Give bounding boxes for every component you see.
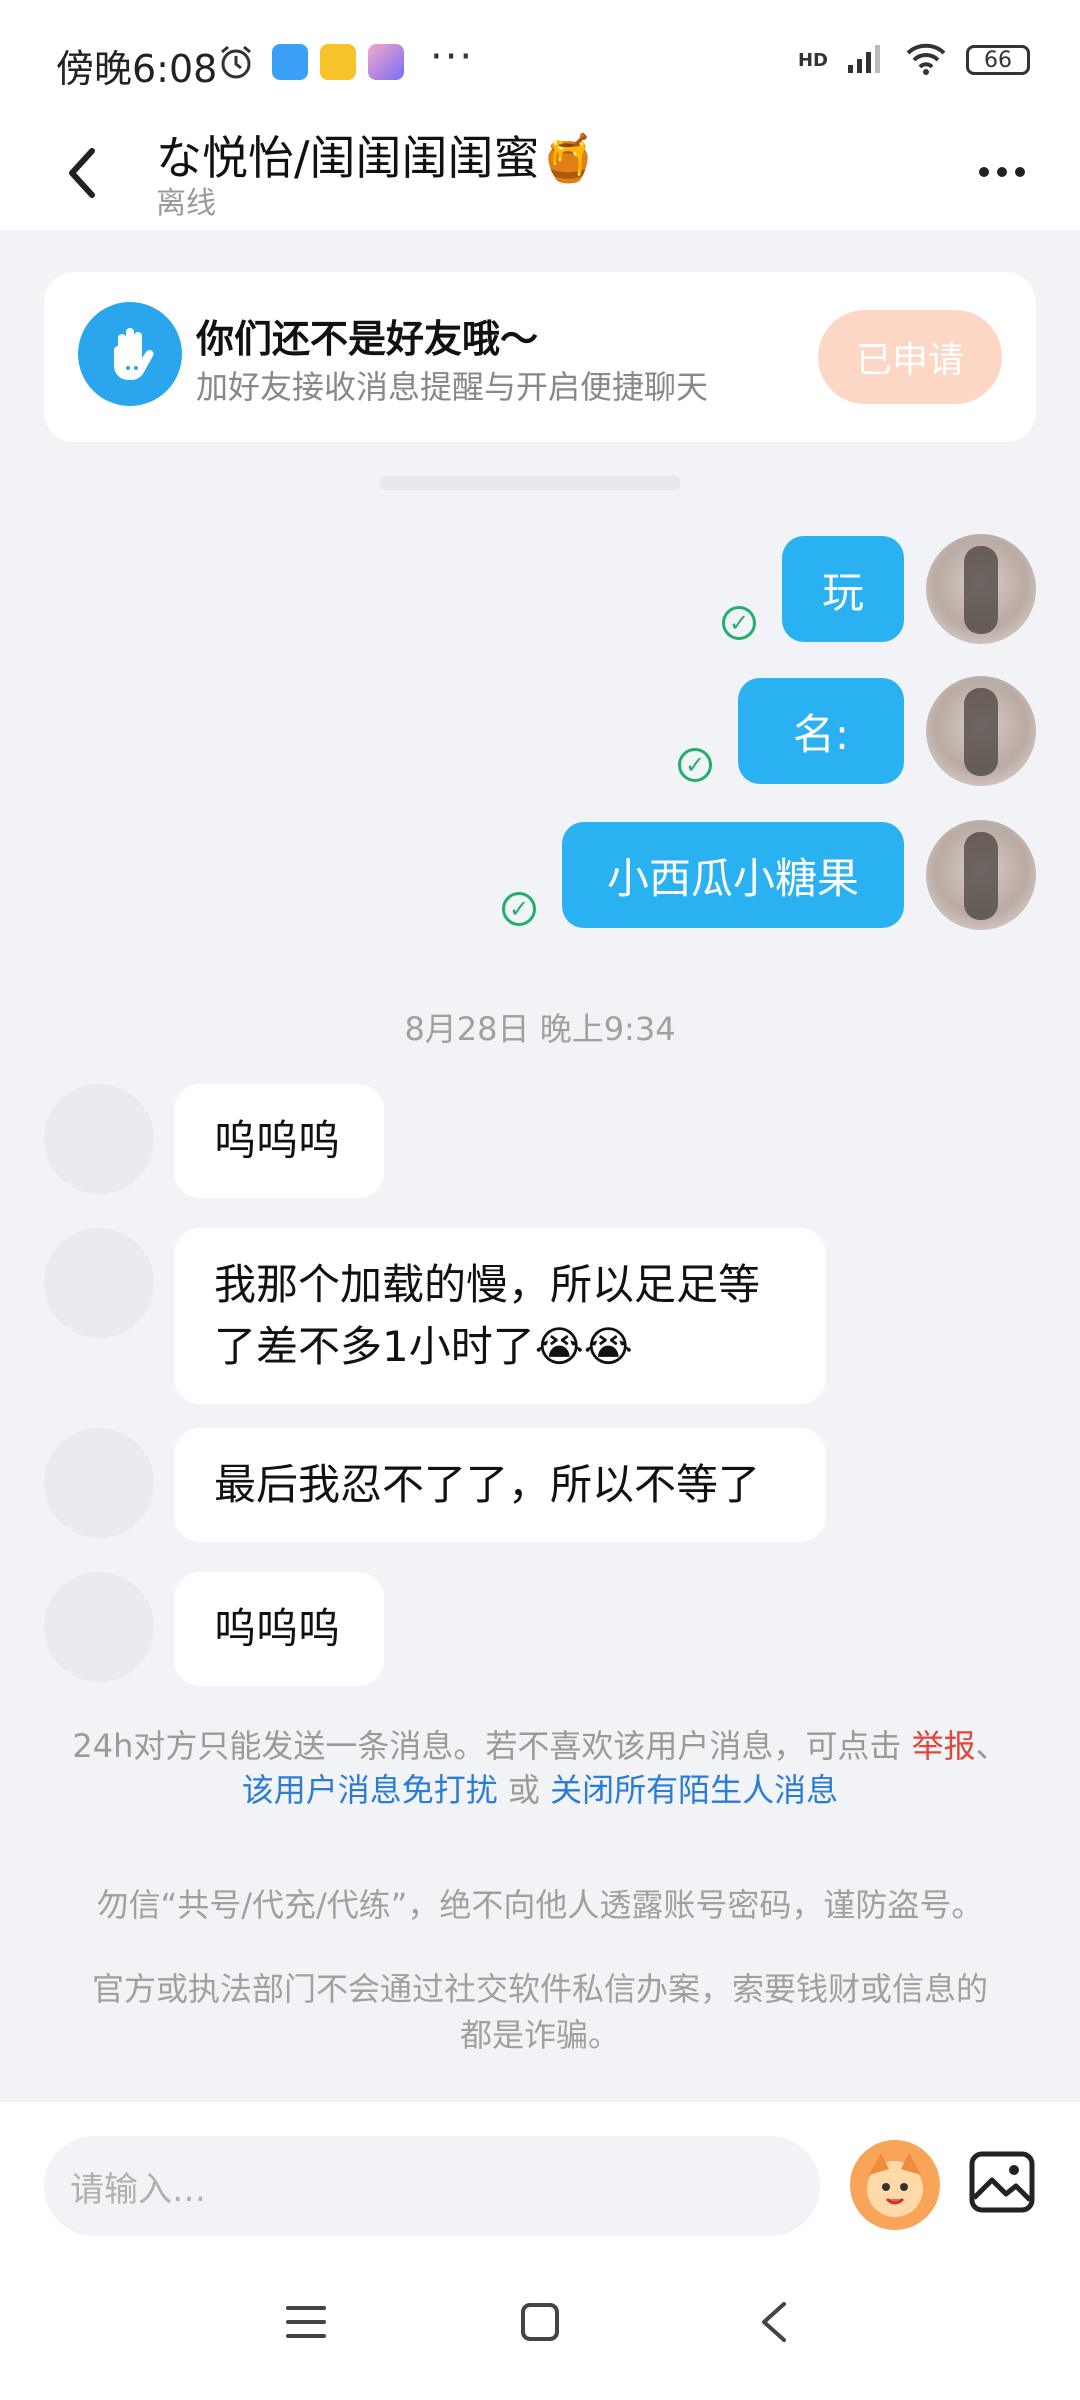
home-square-icon [521, 2303, 559, 2341]
sent-message-bubble[interactable]: 玩 [782, 536, 904, 642]
security-warning: 勿信“共号/代充/代练”，绝不向他人透露账号密码，谨防盗号。 [96, 1886, 984, 1924]
close-stranger-messages-link[interactable]: 关闭所有陌生人消息 [550, 1771, 838, 1809]
more-notifications-indicator: ··· [430, 34, 475, 80]
chat-title[interactable]: な悦怡/闺闺闺闺蜜🍯 [156, 122, 597, 188]
received-message-bubble[interactable]: 我那个加载的慢，所以足足等了差不多1小时了😭😭 [174, 1228, 826, 1404]
sent-message-bubble[interactable]: 名: [738, 678, 904, 784]
my-avatar[interactable] [926, 676, 1036, 786]
stranger-message-notice: 24h对方只能发送一条消息。若不喜欢该用户消息，可点击 举报、 该用户消息免打扰… [40, 1724, 1040, 1812]
signal-icon [846, 41, 886, 79]
mute-user-link[interactable]: 该用户消息免打扰 [242, 1771, 498, 1809]
my-avatar[interactable] [926, 534, 1036, 644]
faded-system-hint [380, 476, 680, 490]
nav-menu-button[interactable] [276, 2292, 336, 2352]
notice-prefix: 24h对方只能发送一条消息。若不喜欢该用户消息，可点击 [72, 1727, 912, 1765]
video-notification-icon [368, 44, 404, 80]
emoji-face-icon [867, 2153, 923, 2217]
wifi-icon [904, 41, 948, 79]
more-options-button[interactable] [972, 142, 1032, 202]
network-label: HD [797, 49, 828, 71]
message-timestamp: 8月28日 晚上9:34 [404, 1010, 676, 1048]
meituan-notification-icon [320, 44, 356, 80]
applied-button[interactable]: 已申请 [818, 310, 1002, 404]
back-triangle-icon [762, 2302, 786, 2342]
back-button[interactable] [52, 138, 112, 208]
report-link[interactable]: 举报 [912, 1727, 976, 1765]
alarm-icon [216, 42, 256, 82]
notice-or: 或 [497, 1771, 551, 1809]
peer-avatar[interactable] [44, 1228, 154, 1338]
peer-avatar[interactable] [44, 1572, 154, 1682]
nav-back-button[interactable] [744, 2292, 804, 2352]
add-friend-card: 你们还不是好友哦～ 加好友接收消息提醒与开启便捷聊天 已申请 [44, 272, 1036, 442]
system-nav-bar [0, 2244, 1080, 2400]
emoji-button[interactable] [850, 2140, 940, 2230]
sent-message-bubble[interactable]: 小西瓜小糖果 [562, 822, 904, 928]
nav-home-button[interactable] [510, 2292, 570, 2352]
received-message-bubble[interactable]: 最后我忍不了了，所以不等了 [174, 1428, 826, 1542]
app-notification-icon-1 [272, 44, 308, 80]
more-horizontal-icon [979, 167, 989, 177]
menu-icon [286, 2306, 326, 2338]
peer-avatar[interactable] [44, 1084, 154, 1194]
online-status: 离线 [156, 186, 216, 221]
more-dot [1015, 167, 1025, 177]
image-button[interactable] [966, 2146, 1038, 2218]
fraud-warning: 官方或执法部门不会通过社交软件私信办案，索要钱财或信息的都是诈骗。 [91, 1970, 988, 2054]
status-bar: 傍晚6:08 ··· HD 66 [0, 0, 1080, 120]
status-right-group: HD 66 [798, 40, 1030, 80]
peer-avatar[interactable] [44, 1428, 154, 1538]
status-time: 傍晚6:08 [56, 47, 218, 91]
check-circle-icon: ✓ [722, 606, 756, 640]
message-input[interactable]: 请输入… [44, 2136, 820, 2236]
received-message-bubble[interactable]: 呜呜呜 [174, 1084, 384, 1198]
waving-hand-icon [78, 302, 182, 406]
received-message-bubble[interactable]: 呜呜呜 [174, 1572, 384, 1686]
friend-card-title: 你们还不是好友哦～ [196, 317, 539, 361]
chevron-left-icon [69, 148, 95, 198]
more-dot [997, 167, 1007, 177]
chat-header: な悦怡/闺闺闺闺蜜🍯 离线 [0, 120, 1080, 230]
check-circle-icon: ✓ [678, 748, 712, 782]
image-icon [969, 2151, 1035, 2213]
my-avatar[interactable] [926, 820, 1036, 930]
message-input-bar: 请输入… [0, 2102, 1080, 2244]
friend-card-subtitle: 加好友接收消息提醒与开启便捷聊天 [196, 368, 709, 406]
check-circle-icon: ✓ [502, 892, 536, 926]
battery-indicator: 66 [966, 45, 1030, 75]
notice-separator: 、 [975, 1727, 1008, 1765]
